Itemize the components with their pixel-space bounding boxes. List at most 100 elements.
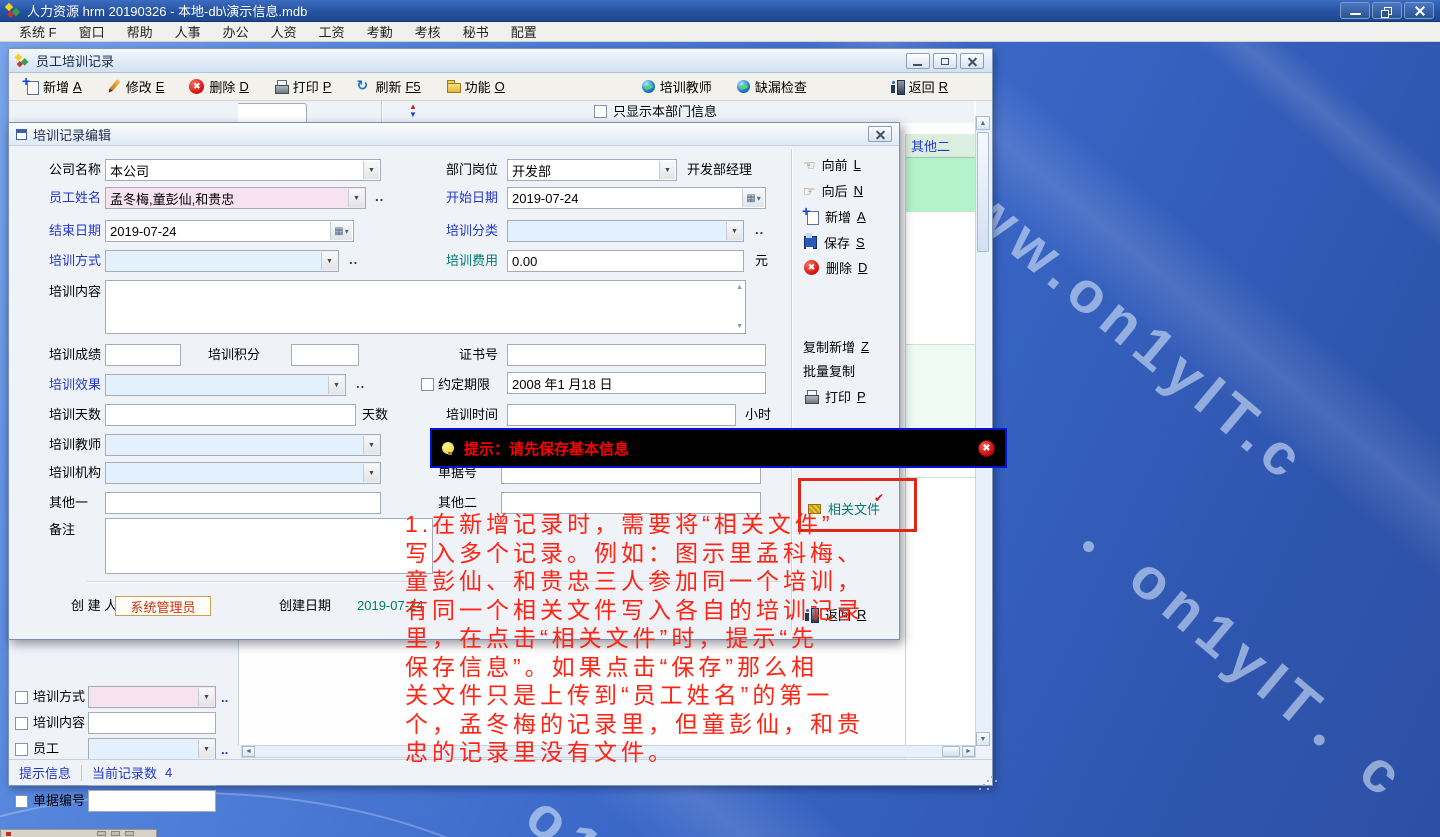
background-window-sliver[interactable] xyxy=(0,829,157,837)
add-record-button[interactable]: 新增A xyxy=(803,207,866,226)
calendar-icon[interactable] xyxy=(330,222,352,240)
chevron-down-icon[interactable] xyxy=(363,436,379,454)
close-button[interactable] xyxy=(1404,2,1434,19)
points-input[interactable] xyxy=(291,344,359,366)
modify-button[interactable]: 修改E xyxy=(102,75,169,98)
filter-checkbox[interactable] xyxy=(15,795,28,808)
end-date-input[interactable]: 2019-07-24 xyxy=(105,220,354,242)
chevron-down-icon[interactable] xyxy=(321,252,337,270)
grid-cell-selected[interactable] xyxy=(906,158,976,212)
chevron-down-icon[interactable] xyxy=(198,688,214,706)
print-button[interactable]: 打印P xyxy=(269,75,336,98)
chevron-down-icon[interactable] xyxy=(198,740,214,758)
menu-item-salary[interactable]: 工资 xyxy=(308,22,356,41)
company-combo[interactable]: 本公司 xyxy=(105,159,381,181)
trainers-button[interactable]: 培训教师 xyxy=(637,75,716,98)
other1-input[interactable] xyxy=(105,492,381,514)
method-combo[interactable] xyxy=(105,250,339,272)
fee-input[interactable]: 0.00 xyxy=(507,250,744,272)
filter-combo[interactable] xyxy=(88,686,216,708)
scroll-down-button[interactable] xyxy=(976,732,990,746)
menu-item-assessment[interactable]: 考核 xyxy=(404,22,452,41)
sort-icon: ▲▼ xyxy=(407,103,419,119)
delete-button[interactable]: 删除D xyxy=(184,75,252,98)
child-close-button[interactable] xyxy=(960,53,984,69)
category-combo[interactable] xyxy=(507,220,744,242)
employee-combo[interactable]: 孟冬梅,童彭仙,和贵忠 xyxy=(105,187,366,209)
alert-close-button[interactable] xyxy=(978,440,995,457)
scroll-left-button[interactable] xyxy=(242,746,255,757)
certificate-input[interactable] xyxy=(507,344,766,366)
content-textarea[interactable]: ▲ ▼ xyxy=(105,280,746,334)
organization-combo[interactable] xyxy=(105,462,381,484)
scrollbar-thumb[interactable] xyxy=(977,132,989,252)
delete-record-button[interactable]: 删除D xyxy=(803,258,867,277)
calendar-icon[interactable] xyxy=(742,189,764,207)
batch-copy-button[interactable]: 批量复制 xyxy=(803,361,855,380)
menu-item-secretary[interactable]: 秘书 xyxy=(452,22,500,41)
copy-add-button[interactable]: 复制新增Z xyxy=(803,337,869,356)
note-textarea[interactable] xyxy=(105,518,433,574)
save-button[interactable]: 保存S xyxy=(803,233,865,252)
dept-only-checkbox[interactable] xyxy=(594,105,607,118)
dialog-close-button[interactable] xyxy=(868,126,892,142)
scroll-up-icon[interactable]: ▲ xyxy=(736,284,743,291)
days-input[interactable] xyxy=(105,404,356,426)
filter-checkbox[interactable] xyxy=(15,743,28,756)
department-combo[interactable]: 开发部 xyxy=(507,159,677,181)
chevron-down-icon[interactable] xyxy=(726,222,742,240)
effect-combo[interactable] xyxy=(105,374,346,396)
restore-button[interactable] xyxy=(1372,2,1402,19)
filter-input[interactable] xyxy=(88,712,216,734)
hand-left-icon: ☜ xyxy=(803,157,816,173)
menu-item-window[interactable]: 窗口 xyxy=(68,22,116,41)
menu-item-talent[interactable]: 人资 xyxy=(260,22,308,41)
menu-item-hr[interactable]: 人事 xyxy=(164,22,212,41)
scroll-right-button[interactable] xyxy=(962,746,975,757)
chevron-down-icon[interactable] xyxy=(348,189,364,207)
menu-item-help[interactable]: 帮助 xyxy=(116,22,164,41)
filter-checkbox[interactable] xyxy=(15,717,28,730)
menu-item-office[interactable]: 办公 xyxy=(212,22,260,41)
function-button[interactable]: 功能O xyxy=(441,75,509,98)
leak-check-button[interactable]: 缺漏检查 xyxy=(732,75,811,98)
effect-more-button[interactable]: .. xyxy=(356,374,365,396)
menu-item-config[interactable]: 配置 xyxy=(500,22,548,41)
grid-column-header[interactable]: 其他二 xyxy=(906,134,976,158)
more-button[interactable]: .. xyxy=(221,742,228,757)
refresh-button[interactable]: 刷新F5 xyxy=(351,75,424,98)
return-button[interactable]: 返回R xyxy=(885,75,952,98)
creator-value[interactable]: 系统管理员 xyxy=(115,596,211,616)
method-more-button[interactable]: .. xyxy=(349,250,358,272)
chevron-down-icon[interactable] xyxy=(363,464,379,482)
employee-more-button[interactable]: .. xyxy=(375,187,384,209)
backward-button[interactable]: ☞向后N xyxy=(803,181,863,200)
chevron-down-icon[interactable] xyxy=(328,376,344,394)
grid-cell[interactable] xyxy=(906,212,976,345)
filter-combo[interactable] xyxy=(88,738,216,760)
filter-input[interactable] xyxy=(88,790,216,812)
hours-input[interactable] xyxy=(507,404,736,426)
scroll-down-icon[interactable]: ▼ xyxy=(736,323,743,330)
print-record-button[interactable]: 打印P xyxy=(803,387,866,406)
deadline-checkbox[interactable] xyxy=(421,378,434,391)
more-button[interactable]: .. xyxy=(221,690,228,705)
chevron-down-icon[interactable] xyxy=(659,161,675,179)
child-minimize-button[interactable] xyxy=(906,53,930,69)
teacher-combo[interactable] xyxy=(105,434,381,456)
start-date-input[interactable]: 2019-07-24 xyxy=(507,187,766,209)
forward-button[interactable]: ☜向前L xyxy=(803,155,861,174)
bulb-icon xyxy=(442,442,454,454)
child-restore-button[interactable] xyxy=(933,53,957,69)
category-more-button[interactable]: .. xyxy=(755,220,764,242)
minimize-button[interactable] xyxy=(1340,2,1370,19)
scroll-up-button[interactable] xyxy=(976,116,990,130)
menu-item-system[interactable]: 系统 F xyxy=(8,22,68,41)
deadline-input[interactable]: 2008 年1 月18 日 xyxy=(507,372,766,394)
filter-checkbox[interactable] xyxy=(15,691,28,704)
resize-grip[interactable] xyxy=(987,780,989,782)
add-button[interactable]: 新增A xyxy=(19,75,86,98)
menu-item-attendance[interactable]: 考勤 xyxy=(356,22,404,41)
chevron-down-icon[interactable] xyxy=(363,161,379,179)
score-input[interactable] xyxy=(105,344,181,366)
